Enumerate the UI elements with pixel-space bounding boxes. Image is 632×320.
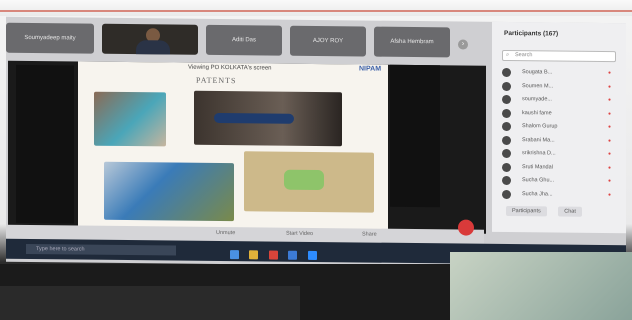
avatar: [502, 67, 511, 78]
mic-muted-icon: ●: [608, 70, 612, 77]
start-video-button[interactable]: Start Video: [286, 231, 313, 237]
slide-image-card-payment: [104, 161, 234, 222]
drone-body: [284, 169, 324, 191]
letterbox-left: [16, 64, 74, 224]
avatar: [502, 94, 511, 105]
zoom-icon[interactable]: [307, 250, 317, 261]
next-tiles-arrow-icon[interactable]: ›: [458, 39, 468, 50]
video-tile[interactable]: Afsha Hembram: [374, 26, 450, 58]
avatar: [502, 148, 511, 159]
slide-image-hand-device: [94, 91, 166, 147]
chat-button[interactable]: Chat: [558, 206, 582, 217]
monitor-top-bezel: [0, 0, 632, 16]
list-item[interactable]: Soumen M... ●: [502, 79, 614, 94]
list-item[interactable]: Sruti Mandal ●: [502, 160, 614, 175]
share-button[interactable]: Share: [362, 231, 377, 237]
end-call-button[interactable]: [458, 219, 474, 236]
list-item[interactable]: Sougata B... ●: [502, 66, 614, 81]
presentation-slide: Viewing PO KOLKATA's screen NIPAM PATENT…: [78, 61, 388, 233]
participant-name: Shalom Gurup: [522, 123, 558, 130]
mic-muted-icon: ●: [608, 178, 612, 185]
person-body: [136, 40, 170, 55]
share-banner: Viewing PO KOLKATA's screen: [188, 64, 272, 72]
participant-name: Sruti Mandal: [522, 163, 553, 170]
list-item[interactable]: Shalom Gurup ●: [502, 120, 614, 135]
search-icon: ⌕: [506, 51, 510, 59]
list-item[interactable]: soumyade... ●: [502, 93, 614, 108]
participants-panel: Participants (167) ⌕ Search Sougata B... ●…: [492, 21, 626, 234]
folder-icon[interactable]: [249, 250, 259, 260]
participant-name: Sucha Ghu...: [522, 177, 555, 184]
video-tile[interactable]: Soumyadeep maity: [6, 22, 94, 54]
participant-name: srikrishna D...: [522, 150, 556, 157]
video-tile[interactable]: Aditi Das: [206, 24, 282, 56]
avatar: [502, 189, 511, 199]
participant-name: Soumen M...: [522, 82, 554, 89]
avatar: [502, 108, 511, 118]
participant-name: Srabani Ma...: [522, 136, 555, 143]
chrome-icon[interactable]: [268, 250, 278, 260]
avatar: [502, 135, 511, 145]
wearable-band: [214, 112, 294, 124]
avatar: [502, 175, 511, 186]
mic-muted-icon: ●: [608, 83, 612, 90]
slide-image-drone: [244, 151, 374, 213]
video-tile[interactable]: AJOY ROY: [290, 25, 366, 57]
monitor-screen: Soumyadeep maity Aditi Das AJOY ROY Afsh…: [6, 16, 626, 269]
tile-name: Afsha Hembram: [390, 38, 434, 46]
mic-muted-icon: ●: [608, 97, 612, 104]
participant-name: soumyade...: [522, 96, 552, 103]
tile-name: AJOY ROY: [312, 37, 344, 45]
mic-muted-icon: ●: [608, 137, 612, 144]
tile-name: Soumyadeep maity: [24, 34, 76, 42]
participant-list: Sougata B... ● Soumen M... ● soumyade... ● …: [502, 66, 614, 202]
participant-name: Sucha Jha...: [522, 190, 553, 197]
video-tile-strip: Soumyadeep maity Aditi Das AJOY ROY Afsh…: [6, 21, 468, 60]
avatar: [502, 162, 511, 172]
participants-search-input[interactable]: ⌕ Search: [502, 49, 616, 63]
avatar: [502, 81, 511, 91]
desk-objects: [450, 252, 632, 320]
list-item[interactable]: kaushi fame ●: [502, 106, 614, 121]
app-icon[interactable]: [288, 250, 298, 260]
taskbar-search-placeholder: Type here to search: [36, 246, 85, 253]
mic-muted-icon: ●: [608, 110, 612, 117]
video-tile-camera[interactable]: [102, 23, 198, 55]
panel-buttons: Participants Chat: [506, 205, 592, 217]
list-item[interactable]: Sucha Ghu... ●: [502, 174, 614, 189]
tile-name: Aditi Das: [231, 37, 256, 44]
photo-of-monitor: Soumyadeep maity Aditi Das AJOY ROY Afsh…: [0, 0, 632, 320]
slide-title: PATENTS: [196, 75, 237, 86]
participant-name: Sougata B...: [522, 69, 553, 76]
taskbar-search-input[interactable]: Type here to search: [26, 243, 176, 256]
mic-muted-icon: ●: [608, 191, 612, 198]
list-item[interactable]: srikrishna D... ●: [502, 147, 614, 162]
avatar: [502, 121, 511, 132]
letterbox-right: [390, 64, 440, 208]
desk-surface: [0, 286, 300, 320]
participants-button[interactable]: Participants: [506, 205, 547, 217]
taskbar-icons: [230, 246, 323, 265]
slide-logo: NIPAM: [359, 65, 382, 73]
mic-muted-icon: ●: [608, 164, 612, 171]
slide-image-wrist-device: [194, 90, 342, 147]
participants-title: Participants (167): [504, 29, 559, 38]
mic-muted-icon: ●: [608, 124, 612, 131]
shared-screen: Viewing PO KOLKATA's screen NIPAM PATENT…: [8, 60, 486, 234]
participant-name: kaushi fame: [522, 109, 552, 116]
list-item[interactable]: Srabani Ma... ●: [502, 133, 614, 148]
search-placeholder: Search: [515, 52, 533, 59]
unmute-button[interactable]: Unmute: [216, 230, 235, 236]
edge-icon[interactable]: [230, 250, 239, 260]
mic-muted-icon: ●: [608, 151, 612, 158]
list-item[interactable]: Sucha Jha... ●: [502, 187, 614, 202]
